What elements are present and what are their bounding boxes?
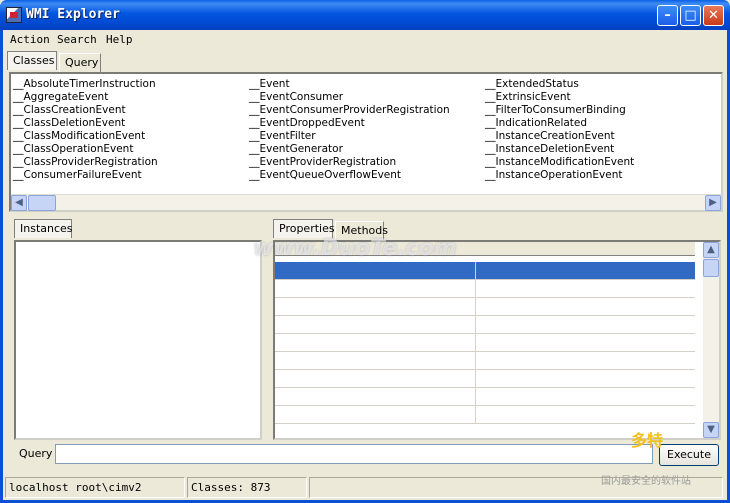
watermark-text: www.DuoTe.com xyxy=(253,236,457,261)
list-item[interactable]: __FilterToConsumerBinding xyxy=(485,104,634,117)
scroll-right-button[interactable]: ▶ xyxy=(705,195,721,211)
execute-button[interactable]: Execute xyxy=(659,444,719,466)
scroll-thumb[interactable] xyxy=(28,195,56,211)
classes-column-2: __Event __EventConsumer __EventConsumerP… xyxy=(249,78,450,182)
maximize-icon: □ xyxy=(684,8,697,23)
list-item[interactable]: __InstanceCreationEvent xyxy=(485,130,634,143)
table-row[interactable] xyxy=(275,262,695,280)
query-label: Query xyxy=(19,447,53,460)
table-row[interactable] xyxy=(275,316,695,334)
app-icon xyxy=(6,7,22,23)
classes-hscrollbar[interactable]: ◀ ▶ xyxy=(11,194,721,211)
list-item[interactable]: __EventDroppedEvent xyxy=(249,117,450,130)
table-row[interactable] xyxy=(275,406,695,424)
instances-list[interactable] xyxy=(14,240,262,440)
list-item[interactable]: __InstanceModificationEvent xyxy=(485,156,634,169)
status-empty xyxy=(309,477,723,498)
close-icon: ✕ xyxy=(708,8,719,23)
duote-logo: 多特 xyxy=(631,431,664,450)
scroll-thumb[interactable] xyxy=(703,259,719,277)
maximize-button[interactable]: □ xyxy=(680,5,701,26)
classes-column-3: __ExtendedStatus __ExtrinsicEvent __Filt… xyxy=(485,78,634,182)
list-item[interactable]: __ConsumerFailureEvent xyxy=(13,169,158,182)
menu-search[interactable]: Search xyxy=(57,33,97,46)
list-item[interactable]: __EventConsumer xyxy=(249,91,450,104)
table-row[interactable] xyxy=(275,298,695,316)
list-item[interactable]: __EventProviderRegistration xyxy=(249,156,450,169)
tab-query[interactable]: Query xyxy=(59,53,101,72)
menu-action[interactable]: Action xyxy=(10,33,50,46)
list-item[interactable]: __EventConsumerProviderRegistration xyxy=(249,104,450,117)
list-item[interactable]: __ClassModificationEvent xyxy=(13,130,158,143)
list-item[interactable]: __EventQueueOverflowEvent xyxy=(249,169,450,182)
list-item[interactable]: __AggregateEvent xyxy=(13,91,158,104)
list-item[interactable]: __ClassProviderRegistration xyxy=(13,156,158,169)
list-item[interactable]: __ExtrinsicEvent xyxy=(485,91,634,104)
minimize-icon: – xyxy=(664,8,671,23)
query-input[interactable] xyxy=(55,444,653,464)
status-connection: localhost root\cimv2 xyxy=(5,477,185,498)
list-item[interactable]: __ClassDeletionEvent xyxy=(13,117,158,130)
list-item[interactable]: __EventGenerator xyxy=(249,143,450,156)
menu-bar: Action Search Help xyxy=(3,30,727,50)
scroll-down-button[interactable]: ▼ xyxy=(703,422,719,438)
list-item[interactable]: __ClassOperationEvent xyxy=(13,143,158,156)
list-item[interactable]: __InstanceOperationEvent xyxy=(485,169,634,182)
app-window: WMI Explorer – □ ✕ Action Search Help Cl… xyxy=(0,0,730,503)
table-row[interactable] xyxy=(275,370,695,388)
scroll-left-button[interactable]: ◀ xyxy=(11,195,27,211)
list-item[interactable]: __ClassCreationEvent xyxy=(13,104,158,117)
tab-instances[interactable]: Instances xyxy=(14,219,73,238)
properties-grid[interactable]: ▲ ▼ xyxy=(273,240,721,440)
list-item[interactable]: __Event xyxy=(249,78,450,91)
table-row[interactable] xyxy=(275,388,695,406)
status-bar: localhost root\cimv2 Classes: 873 xyxy=(3,474,727,500)
classes-list[interactable]: __AbsoluteTimerInstruction __AggregateEv… xyxy=(9,72,723,212)
minimize-button[interactable]: – xyxy=(657,5,678,26)
list-item[interactable]: __EventFilter xyxy=(249,130,450,143)
table-row[interactable] xyxy=(275,334,695,352)
window-title: WMI Explorer xyxy=(26,7,120,22)
table-row[interactable] xyxy=(275,352,695,370)
list-item[interactable]: __InstanceDeletionEvent xyxy=(485,143,634,156)
grid-vscrollbar[interactable]: ▲ ▼ xyxy=(703,242,719,438)
list-item[interactable]: __IndicationRelated xyxy=(485,117,634,130)
status-class-count: Classes: 873 xyxy=(187,477,307,498)
list-item[interactable]: __AbsoluteTimerInstruction xyxy=(13,78,158,91)
tab-classes[interactable]: Classes xyxy=(7,51,57,70)
title-bar[interactable]: WMI Explorer – □ ✕ xyxy=(0,0,730,30)
menu-help[interactable]: Help xyxy=(106,33,133,46)
classes-column-1: __AbsoluteTimerInstruction __AggregateEv… xyxy=(13,78,158,182)
scroll-up-button[interactable]: ▲ xyxy=(703,242,719,258)
list-item[interactable]: __ExtendedStatus xyxy=(485,78,634,91)
table-row[interactable] xyxy=(275,280,695,298)
close-button[interactable]: ✕ xyxy=(703,5,724,26)
